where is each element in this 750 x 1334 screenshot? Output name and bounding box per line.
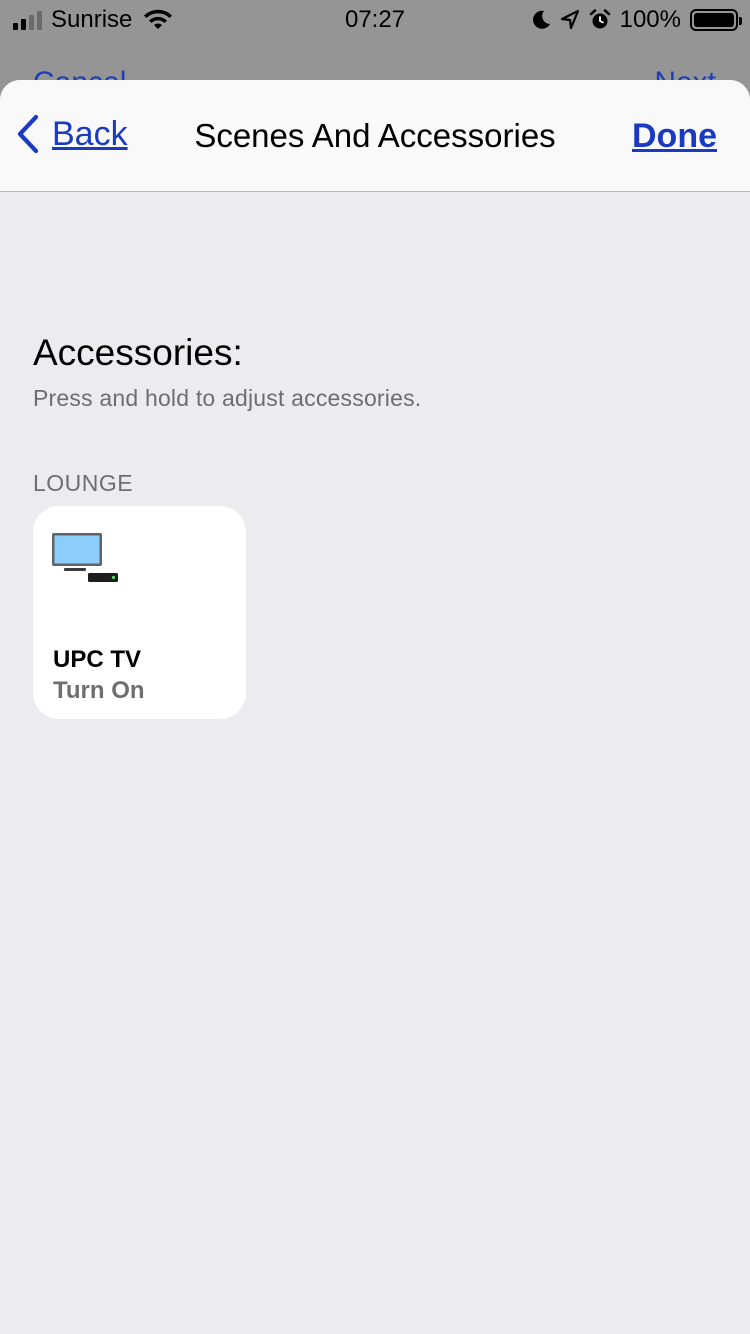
battery-percentage: 100% (619, 6, 681, 33)
tv-icon (52, 533, 118, 582)
accessory-name: UPC TV (53, 646, 142, 673)
accessory-tile[interactable]: UPC TV Turn On (33, 506, 246, 719)
alarm-icon (589, 9, 610, 29)
navigation-bar: Back Scenes And Accessories Done (0, 80, 750, 192)
modal-sheet: Back Scenes And Accessories Done Accesso… (0, 80, 750, 1334)
section-title: Accessories: (33, 332, 243, 373)
moon-icon (532, 10, 550, 29)
battery-icon (690, 9, 742, 31)
accessory-state: Turn On (53, 677, 145, 704)
done-button[interactable]: Done (632, 116, 717, 156)
screen: Sunrise 07:27 100% Back Scenes And Acces… (0, 0, 750, 1334)
status-bar: Sunrise 07:27 100% (0, 0, 750, 40)
status-bar-right: 100% (531, 6, 742, 34)
room-label: LOUNGE (33, 470, 134, 496)
section-subtitle: Press and hold to adjust accessories. (33, 385, 422, 411)
location-icon (560, 9, 579, 30)
